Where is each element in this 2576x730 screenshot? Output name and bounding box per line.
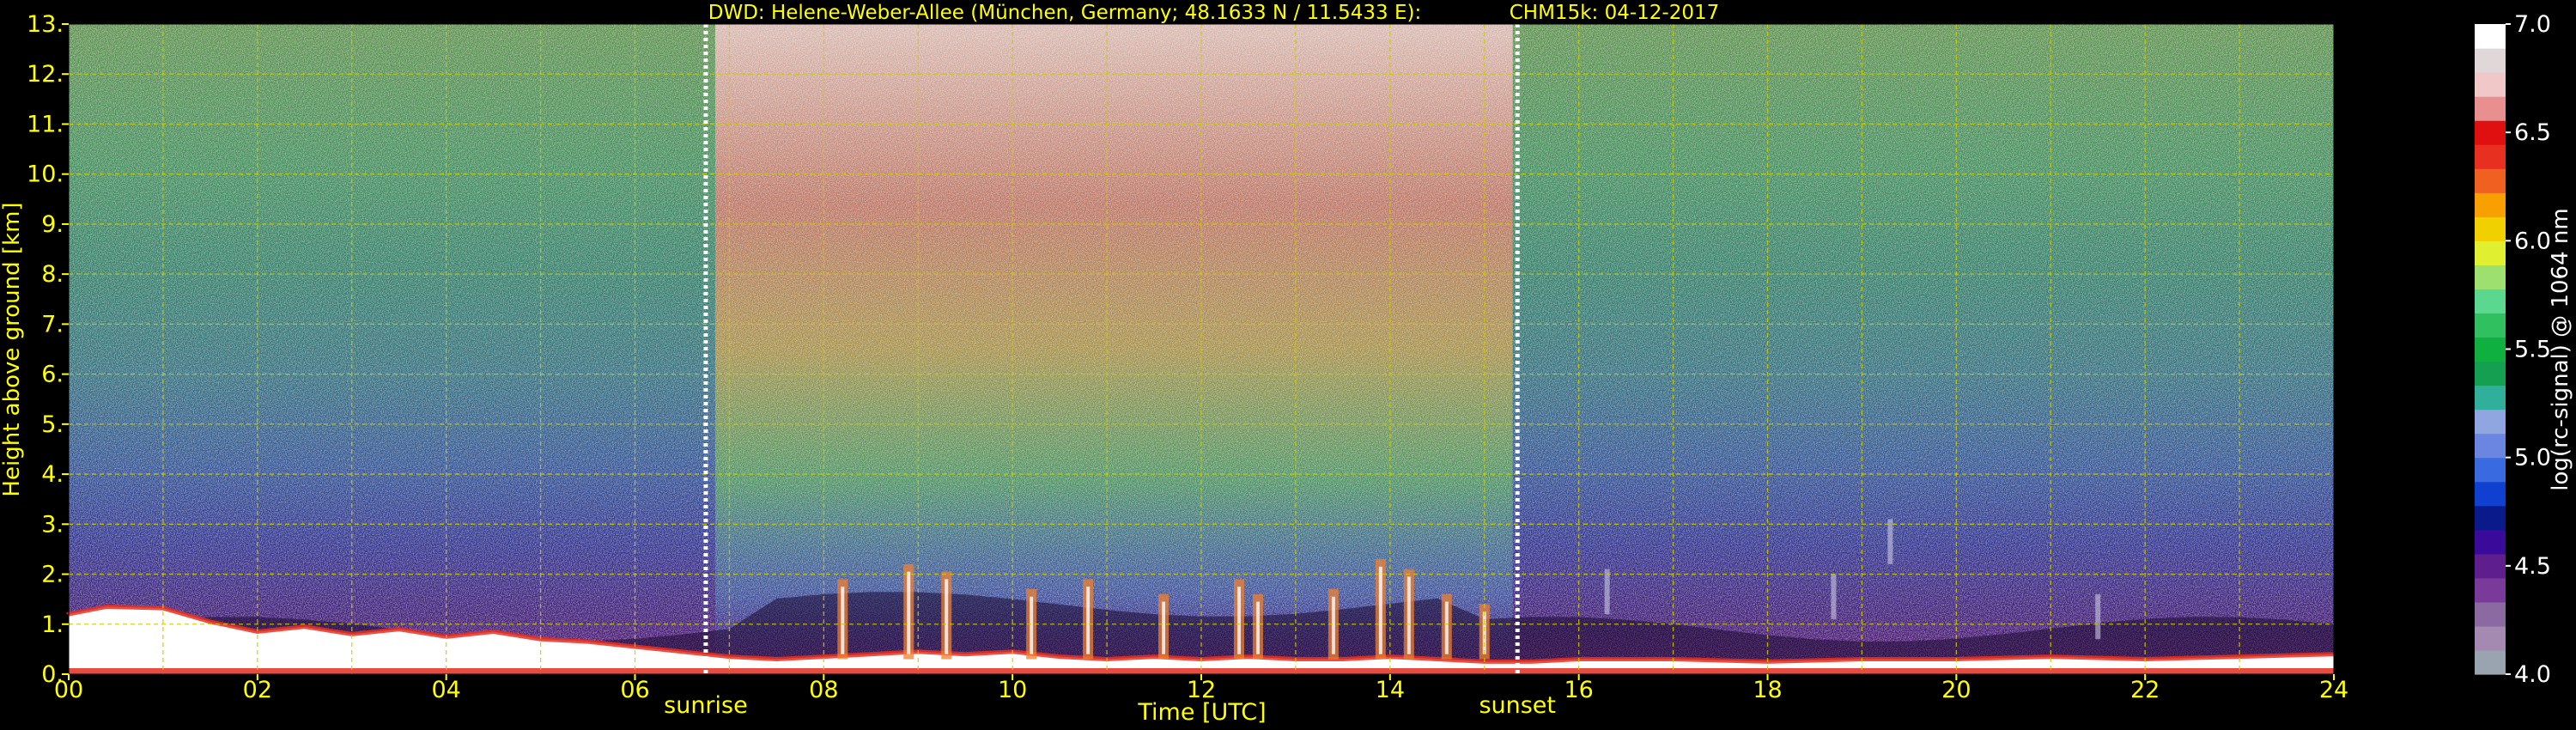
- colorbar-tick-label: 4.5: [2514, 553, 2551, 580]
- x-tick-label: 14: [1376, 677, 1405, 703]
- y-axis-label: Height above ground [km]: [0, 202, 25, 496]
- colorbar-label: log(rc-signal) @ 1064 nm: [2548, 208, 2573, 490]
- colorbar-segment: [2475, 265, 2506, 290]
- colorbar-segment: [2475, 48, 2506, 73]
- y-tick-label: 13.: [27, 11, 64, 38]
- heatmap-plume-core: [1378, 566, 1382, 654]
- x-tick-label: 04: [431, 677, 460, 703]
- colorbar-segment: [2475, 289, 2506, 314]
- heatmap-cloud-feature: [1604, 569, 1610, 615]
- y-tick-label: 1.: [41, 611, 64, 638]
- colorbar-segment: [2475, 72, 2506, 97]
- x-axis-label: Time [UTC]: [1137, 699, 1266, 726]
- colorbar-segment: [2475, 649, 2506, 675]
- y-tick-label: 2.: [41, 562, 64, 588]
- heatmap-plume-core: [1255, 601, 1260, 654]
- chart-title-right: CHM15k: 04-12-2017: [1510, 2, 1720, 24]
- colorbar-segment: [2475, 192, 2506, 217]
- sun-marker-label: sunset: [1479, 692, 1556, 719]
- heatmap-plume-core: [1162, 601, 1166, 654]
- y-tick-label: 6.: [41, 362, 64, 388]
- y-tick-label: 11.: [27, 111, 64, 137]
- colorbar-segment: [2475, 361, 2506, 386]
- x-tick-label: 00: [54, 677, 83, 703]
- colorbar-segment: [2475, 216, 2506, 241]
- y-tick-label: 9.: [41, 211, 64, 238]
- y-tick-label: 10.: [27, 161, 64, 188]
- x-tick-label: 06: [620, 677, 649, 703]
- colorbar-segment: [2475, 553, 2506, 579]
- chart-title-left: DWD: Helene-Weber-Allee (München, German…: [708, 2, 1422, 24]
- y-tick-label: 12.: [27, 61, 64, 88]
- colorbar-segment: [2475, 120, 2506, 145]
- x-tick-label: 18: [1753, 677, 1782, 703]
- colorbar-tick-label: 4.0: [2514, 661, 2551, 688]
- y-tick-label: 7.: [41, 311, 64, 338]
- colorbar-segment: [2475, 409, 2506, 435]
- colorbar-segment: [2475, 625, 2506, 651]
- y-tick-label: 3.: [41, 511, 64, 538]
- colorbar-segment: [2475, 96, 2506, 121]
- y-tick-label: 8.: [41, 261, 64, 288]
- y-tick-label: 5.: [41, 411, 64, 438]
- heatmap-plume-core: [1086, 587, 1091, 654]
- colorbar-tick-label: 7.0: [2514, 11, 2551, 38]
- x-tick-label: 16: [1564, 677, 1593, 703]
- colorbar-segment: [2475, 144, 2506, 169]
- sun-marker-label: sunrise: [664, 692, 748, 719]
- y-tick-label: 4.: [41, 461, 64, 488]
- heatmap-plume-core: [907, 571, 911, 654]
- colorbar-segment: [2475, 168, 2506, 193]
- colorbar-segment: [2475, 337, 2506, 362]
- colorbar: 4.0 4.5 5.0 5.5 6.0 6.5 7.0: [2475, 11, 2551, 688]
- colorbar-segment: [2475, 24, 2506, 49]
- colorbar-tick-label: 5.0: [2514, 445, 2551, 471]
- colorbar-tick-label: 6.5: [2514, 119, 2551, 146]
- colorbar-tick-label: 6.0: [2514, 228, 2551, 254]
- x-tick-label: 20: [1941, 677, 1971, 703]
- heatmap-plume-core: [1236, 587, 1241, 654]
- heatmap-plume-core: [1406, 576, 1411, 654]
- x-tick-label: 22: [2130, 677, 2160, 703]
- ceilometer-chart: sunrise sunset 0.1.2.3.4.5.6.7.8.9.10.11.…: [0, 2, 2573, 726]
- colorbar-segment: [2475, 433, 2506, 459]
- colorbar-segment: [2475, 529, 2506, 555]
- colorbar-segment: [2475, 240, 2506, 265]
- x-tick-label: 08: [809, 677, 838, 703]
- colorbar-segment: [2475, 385, 2506, 411]
- heatmap-plume-core: [841, 587, 845, 654]
- colorbar-segment: [2475, 601, 2506, 627]
- heatmap-plume-core: [945, 579, 949, 654]
- colorbar-segment: [2475, 457, 2506, 483]
- colorbar-segment: [2475, 313, 2506, 338]
- heatmap-plume-core: [1444, 601, 1449, 654]
- heatmap-plume-core: [1331, 596, 1335, 654]
- heatmap-cloud-feature: [2095, 593, 2101, 640]
- heatmap-cloud-feature: [1831, 574, 1837, 619]
- x-tick-label: 02: [243, 677, 272, 703]
- heatmap-cloud-feature: [1887, 519, 1893, 564]
- heatmap-plume-core: [1482, 611, 1486, 654]
- heatmap-plume-core: [1030, 596, 1034, 654]
- colorbar-segment: [2475, 481, 2506, 507]
- x-tick-label: 24: [2319, 677, 2348, 703]
- colorbar-segment: [2475, 577, 2506, 603]
- colorbar-tick-label: 5.5: [2514, 337, 2551, 363]
- x-tick-label: 10: [998, 677, 1027, 703]
- colorbar-segment: [2475, 505, 2506, 531]
